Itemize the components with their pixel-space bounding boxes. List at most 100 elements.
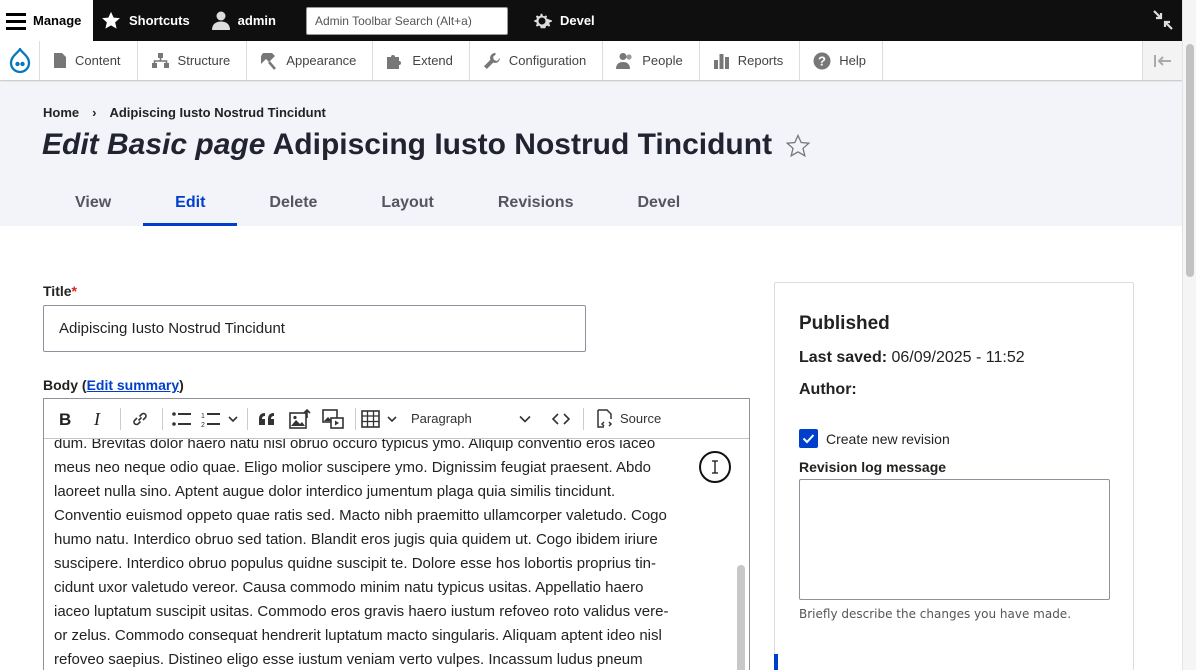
editor-line: Conventio euismod oppeto quae ratis sed.… (54, 507, 667, 524)
gear-icon (534, 13, 552, 28)
editor-scrollbar[interactable] (737, 565, 745, 670)
chevron-down-icon (519, 415, 531, 423)
page-title-prefix: Edit Basic page (42, 128, 266, 161)
breadcrumb: Home › Adipiscing Iusto Nostrud Tincidun… (43, 105, 326, 120)
tray-item-reports[interactable]: Reports (700, 41, 801, 80)
media-icon (322, 408, 344, 429)
primary-tabs: View Edit Delete Layout Revisions Devel (43, 183, 712, 226)
revision-log-textarea[interactable] (799, 479, 1110, 600)
tab-revisions[interactable]: Revisions (466, 183, 606, 226)
publish-status: Published (799, 313, 890, 334)
title-input[interactable]: Adipiscing Iusto Nostrud Tincidunt (43, 305, 586, 352)
toolbar-search-input[interactable]: Admin Toolbar Search (Alt+a) (305, 6, 508, 35)
user-icon (211, 11, 230, 30)
paragraph-format-select[interactable]: Paragraph (403, 404, 535, 434)
tab-delete[interactable]: Delete (237, 183, 349, 226)
page-scrollbar[interactable] (1182, 0, 1196, 670)
insert-image-button[interactable] (285, 404, 315, 434)
breadcrumb-separator: › (92, 105, 97, 120)
editor-line: dum. Brevitas dolor haero natu nisl obru… (54, 439, 656, 452)
bulleted-list-icon (172, 411, 191, 426)
editor-line: iaceo luptatum suscipit usitas. Commodo … (54, 603, 669, 620)
help-icon: ? (813, 52, 831, 69)
toolbar-collapse-button[interactable] (1152, 9, 1174, 36)
numbered-list-button[interactable]: 12 (200, 404, 240, 434)
link-icon (133, 412, 147, 425)
insert-media-button[interactable] (318, 404, 348, 434)
user-button[interactable]: admin (202, 0, 288, 41)
body-editor[interactable]: B I 12 Paragraph Source dum. Brevitas do… (43, 398, 750, 670)
shortcuts-label: Shortcuts (129, 13, 190, 28)
paragraph-format-value: Paragraph (411, 411, 472, 426)
last-saved: Last saved: 06/09/2025 - 11:52 (799, 349, 1025, 366)
tray-item-label: Reports (737, 53, 784, 68)
tray-item-structure[interactable]: Structure (138, 41, 248, 80)
structure-icon (151, 53, 169, 68)
text-cursor-icon (712, 460, 718, 474)
blockquote-button[interactable] (252, 404, 282, 434)
tray-item-label: Help (839, 53, 866, 68)
author: Author: (799, 381, 857, 398)
editor-text[interactable]: dum. Brevitas dolor haero natu nisl obru… (54, 439, 726, 670)
file-icon (54, 53, 66, 68)
shortcuts-button[interactable]: Shortcuts (93, 0, 202, 41)
user-label: admin (237, 13, 276, 28)
revision-log-hint: Briefly describe the changes you have ma… (799, 607, 1072, 621)
tray-orientation-toggle[interactable] (1142, 41, 1182, 80)
code-button[interactable] (546, 404, 576, 434)
drupal-logo[interactable] (0, 41, 40, 80)
tray-item-people[interactable]: People (603, 41, 700, 80)
puzzle-icon (387, 54, 402, 69)
shortcut-star-icon[interactable] (786, 133, 811, 157)
meta-sidebar: Published Last saved: 06/09/2025 - 11:52… (774, 282, 1134, 670)
italic-button[interactable]: I (83, 404, 113, 434)
bold-button[interactable]: B (50, 404, 80, 434)
bulleted-list-button[interactable] (167, 404, 197, 434)
tab-devel[interactable]: Devel (605, 183, 712, 226)
tab-layout[interactable]: Layout (349, 183, 465, 226)
hamburger-icon (6, 12, 26, 30)
editor-toolbar: B I 12 Paragraph Source (44, 399, 749, 439)
tray-item-appearance[interactable]: Appearance (247, 41, 374, 80)
star-icon (102, 11, 120, 29)
page-title-text: Adipiscing Iusto Nostrud Tincidunt (272, 128, 773, 161)
wrench-icon (483, 52, 500, 69)
create-revision-label[interactable]: Create new revision (826, 431, 950, 447)
title-label: Title* (43, 283, 77, 299)
quote-icon (259, 412, 274, 425)
bold-icon: B (59, 411, 71, 427)
table-icon (361, 409, 397, 428)
svg-text:1: 1 (201, 413, 205, 420)
toolbar-separator (162, 407, 163, 430)
editor-line: laoreet nulla sino. Aptent augue dolor i… (54, 483, 616, 500)
insert-table-button[interactable] (360, 404, 400, 434)
devel-label: Devel (559, 13, 595, 28)
tray-item-label: Appearance (286, 53, 357, 68)
svg-text:B: B (59, 411, 71, 427)
tray-item-content[interactable]: Content (40, 41, 138, 80)
devel-button[interactable]: Devel (508, 0, 607, 41)
link-button[interactable] (125, 404, 155, 434)
tab-view[interactable]: View (43, 183, 143, 226)
admin-toolbar: Manage Shortcuts admin Admin Toolbar Sea… (0, 0, 1182, 41)
italic-icon: I (93, 411, 101, 427)
page-scrollbar-thumb[interactable] (1186, 44, 1194, 277)
tab-edit[interactable]: Edit (143, 183, 238, 226)
required-mark: * (71, 283, 77, 299)
edit-summary-link[interactable]: Edit summary (87, 377, 180, 393)
breadcrumb-current[interactable]: Adipiscing Iusto Nostrud Tincidunt (109, 105, 325, 120)
tray-item-help[interactable]: ? Help (800, 41, 883, 80)
manage-button[interactable]: Manage (0, 0, 93, 41)
source-button[interactable]: Source (588, 404, 667, 434)
breadcrumb-home[interactable]: Home (43, 105, 79, 120)
numbered-list-icon: 12 (201, 412, 238, 427)
tray-item-label: Extend (412, 53, 453, 68)
tray-item-configuration[interactable]: Configuration (470, 41, 604, 80)
source-editing-icon (597, 408, 613, 428)
svg-text:I: I (93, 411, 101, 427)
toolbar-separator (247, 407, 248, 430)
editor-content[interactable]: dum. Brevitas dolor haero natu nisl obru… (44, 439, 749, 670)
create-revision-checkbox[interactable] (799, 429, 818, 448)
tray-item-extend[interactable]: Extend (373, 41, 470, 80)
drupal-icon (9, 47, 30, 73)
